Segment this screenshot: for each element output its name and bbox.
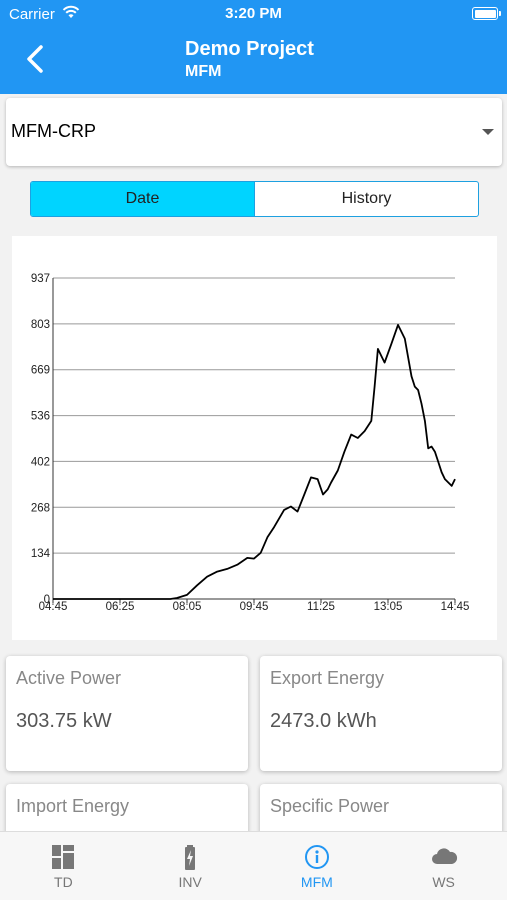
tab-label: MFM — [300, 874, 333, 890]
status-bar: Carrier 3:20 PM — [0, 0, 507, 28]
power-chart-card: 937 803 669 536 402 268 134 0 04:45 06:25 08:05 09… — [12, 236, 497, 640]
tab-td[interactable]: TD — [0, 832, 127, 900]
tab-mfm[interactable]: MFM — [254, 832, 381, 900]
card-value: 303.75 kW — [16, 710, 112, 732]
x-tick-label: 06:25 — [106, 601, 135, 613]
x-tick-label: 08:05 — [173, 601, 202, 613]
date-history-toggle: Date History — [30, 181, 479, 217]
y-tick-label: 268 — [31, 502, 50, 514]
y-tick-label: 536 — [31, 411, 50, 423]
power-series-line — [53, 324, 456, 600]
tab-ws[interactable]: WS — [380, 832, 507, 900]
export-energy-card: Export Energy 2473.0 kWh — [260, 656, 502, 771]
status-time: 3:20 PM — [225, 5, 282, 22]
y-tick-label: 402 — [31, 456, 50, 468]
x-tick-label: 09:45 — [240, 601, 269, 613]
battery-charging-icon — [185, 845, 196, 870]
card-label: Import Energy — [16, 796, 130, 816]
x-tick-label: 13:05 — [374, 601, 403, 613]
y-tick-label: 803 — [31, 319, 50, 331]
y-tick-label: 669 — [31, 365, 50, 377]
card-label: Export Energy — [270, 668, 385, 688]
power-line-chart: 9378036695364022681340 04:45 06:25 08:05 09… — [31, 273, 470, 613]
segment-date[interactable]: Date — [31, 182, 255, 216]
card-label: Specific Power — [270, 796, 390, 816]
y-tick-label: 134 — [31, 548, 51, 560]
tab-inv[interactable]: INV — [127, 832, 254, 900]
app-header: Carrier 3:20 PM Demo Project MFM — [0, 0, 507, 94]
cloud-icon — [431, 848, 457, 864]
card-label: Active Power — [16, 668, 122, 688]
tab-label: INV — [178, 874, 202, 890]
tab-label: WS — [432, 874, 455, 890]
dropdown-arrow-icon[interactable] — [482, 129, 494, 135]
page-title: Demo Project — [185, 38, 314, 60]
battery-icon — [472, 7, 501, 20]
bottom-tab-bar: TD INV MFM WS — [0, 831, 507, 900]
dashboard-icon — [52, 845, 75, 869]
x-tick-label: 04:45 — [39, 601, 68, 613]
y-tick-label: 937 — [31, 273, 50, 285]
active-power-card: Active Power 303.75 kW — [6, 656, 248, 771]
card-value: 2473.0 kWh — [270, 710, 377, 732]
device-picker-value: MFM-CRP — [11, 121, 96, 141]
back-chevron-icon[interactable] — [24, 44, 48, 74]
info-icon — [304, 845, 329, 869]
segment-history[interactable]: History — [255, 182, 478, 216]
page-subtitle: MFM — [185, 63, 222, 80]
x-tick-label: 14:45 — [441, 601, 470, 613]
x-tick-label: 11:25 — [307, 601, 335, 613]
tab-label: TD — [54, 874, 73, 890]
device-picker[interactable]: MFM-CRP — [6, 98, 502, 166]
